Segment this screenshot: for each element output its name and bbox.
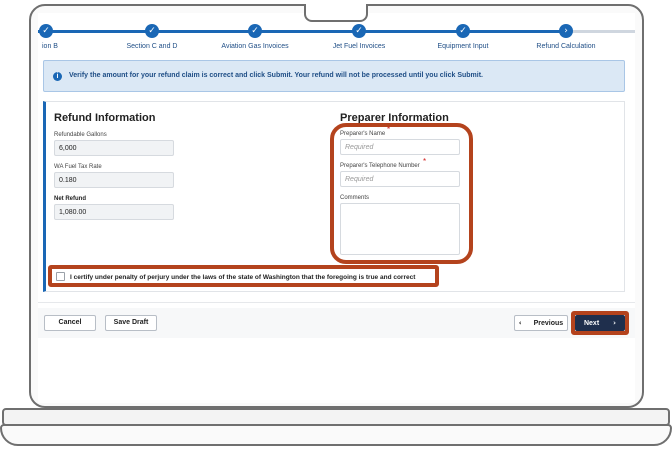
tax-rate-field: 0.180	[54, 172, 174, 188]
previous-button[interactable]: ‹ Previous	[514, 315, 568, 331]
info-alert: i Verify the amount for your refund clai…	[43, 60, 625, 92]
tax-rate-label: WA Fuel Tax Rate	[54, 164, 102, 170]
step-label: Refund Calculation	[536, 43, 596, 50]
gallons-field: 6,000	[54, 140, 174, 156]
info-icon: i	[53, 72, 62, 81]
step-label: Aviation Gas Invoices	[221, 43, 289, 50]
refund-form-panel: Refund Information Refundable Gallons 6,…	[43, 101, 625, 292]
net-refund-field: 1,080.00	[54, 204, 174, 220]
step-label: Equipment Input	[437, 43, 489, 50]
divider	[38, 302, 635, 303]
net-refund-label: Net Refund	[54, 196, 86, 202]
step-aviation-gas[interactable]: ✓ Aviation Gas Invoices	[200, 13, 310, 50]
refund-info-title: Refund Information	[54, 112, 156, 124]
cancel-button[interactable]: Cancel	[44, 315, 96, 331]
step-label: ion B	[42, 43, 58, 50]
chevron-left-icon: ‹	[518, 319, 522, 327]
preparer-highlight-callout	[330, 123, 473, 264]
step-refund-calculation[interactable]: › Refund Calculation	[511, 13, 621, 50]
check-icon: ✓	[39, 24, 53, 38]
laptop-base	[0, 424, 672, 446]
certify-highlight-callout	[48, 265, 439, 287]
check-icon: ✓	[352, 24, 366, 38]
step-label: Section C and D	[126, 43, 178, 50]
chevron-right-icon: ›	[559, 24, 573, 38]
gallons-label: Refundable Gallons	[54, 132, 107, 138]
laptop-notch	[304, 4, 368, 22]
next-highlight-callout	[571, 311, 629, 335]
previous-label: Previous	[533, 320, 564, 327]
step-label: Jet Fuel Invoices	[332, 43, 386, 50]
save-draft-button[interactable]: Save Draft	[105, 315, 157, 331]
alert-text: Verify the amount for your refund claim …	[69, 72, 483, 79]
step-section-b[interactable]: ✓ ion B	[38, 13, 97, 50]
check-icon: ✓	[248, 24, 262, 38]
check-icon: ✓	[145, 24, 159, 38]
step-section-c-d[interactable]: ✓ Section C and D	[97, 13, 207, 50]
check-icon: ✓	[456, 24, 470, 38]
step-equipment-input[interactable]: ✓ Equipment Input	[408, 13, 518, 50]
screen: ✓ ion B ✓ Section C and D ✓ Aviation Gas…	[38, 13, 635, 403]
